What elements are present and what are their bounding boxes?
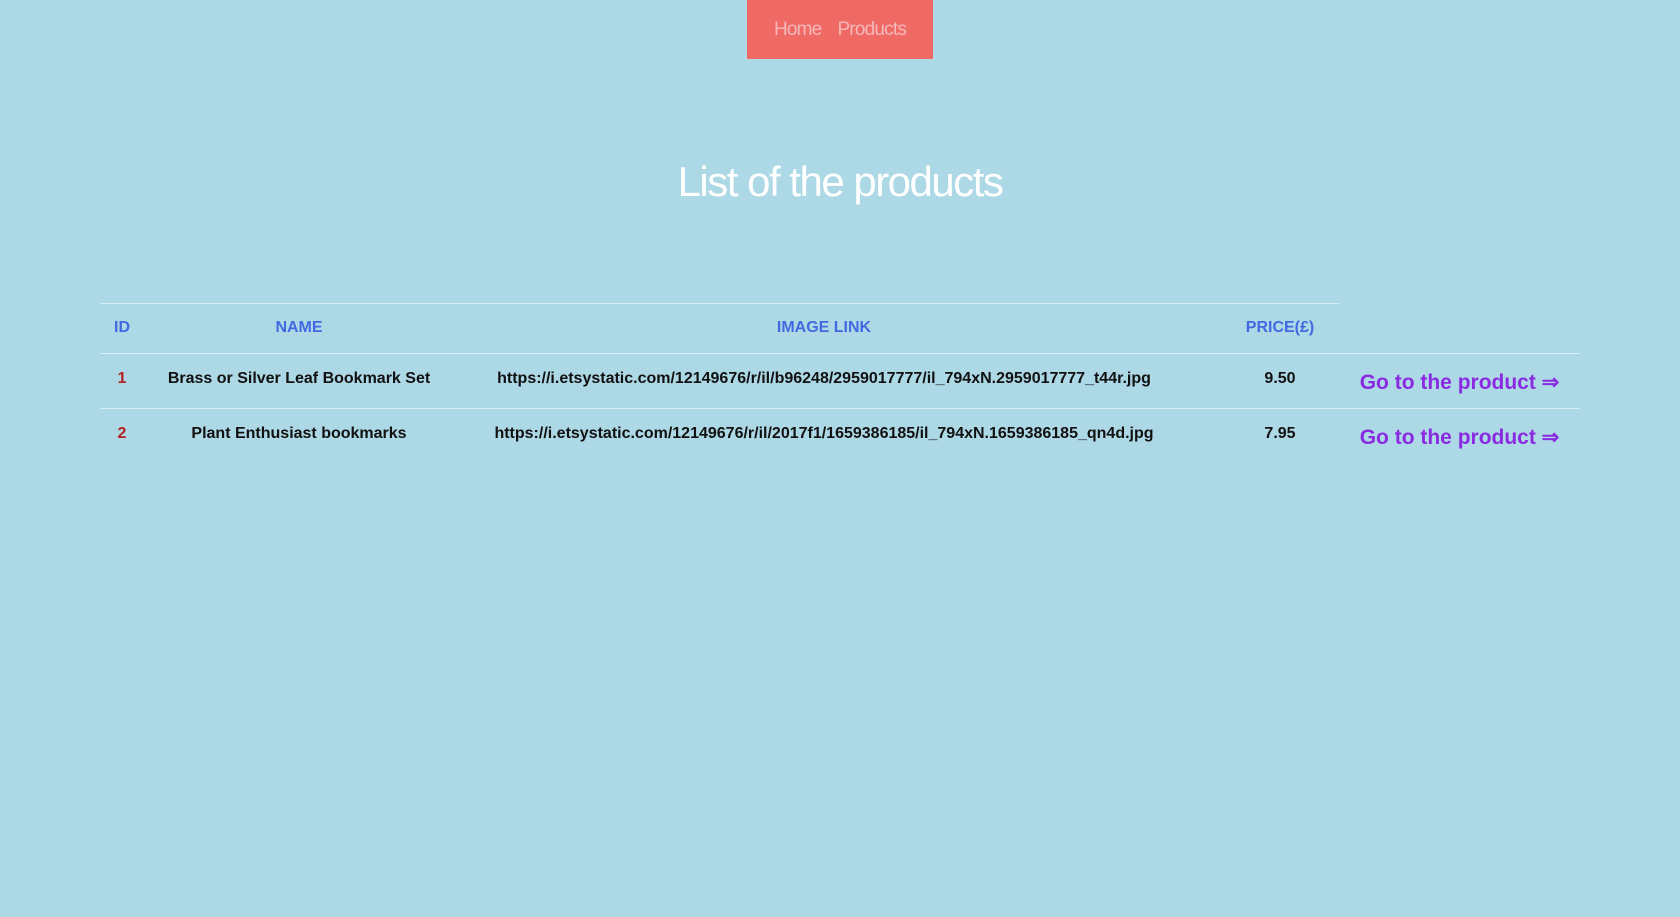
header-name: NAME — [275, 319, 323, 336]
row-product-link-cell: Go to the product ⇒ — [1339, 370, 1580, 395]
table-row: 2 Plant Enthusiast bookmarks https://i.e… — [100, 408, 1580, 464]
row-id: 2 — [117, 425, 127, 442]
go-to-product-link[interactable]: Go to the product ⇒ — [1360, 426, 1560, 449]
row-product-link-cell: Go to the product ⇒ — [1339, 425, 1580, 450]
row-id: 1 — [117, 370, 127, 387]
row-image-link: https://i.etsystatic.com/12149676/r/il/2… — [494, 425, 1154, 442]
row-image-link: https://i.etsystatic.com/12149676/r/il/b… — [497, 370, 1151, 387]
row-name: Plant Enthusiast bookmarks — [191, 425, 407, 442]
table-header-row: ID NAME IMAGE LINK PRICE(£) — [100, 303, 1580, 353]
go-to-product-link[interactable]: Go to the product ⇒ — [1360, 371, 1560, 394]
header-image-link: IMAGE LINK — [776, 319, 872, 336]
header-id: ID — [114, 319, 130, 336]
row-name: Brass or Silver Leaf Bookmark Set — [167, 370, 431, 387]
page-title: List of the products — [677, 158, 1004, 205]
top-nav: Home Products — [747, 0, 933, 59]
header-price: PRICE(£) — [1245, 319, 1315, 336]
nav-home-link[interactable]: Home — [774, 19, 822, 41]
row-price: 7.95 — [1264, 425, 1296, 442]
row-price: 9.50 — [1264, 370, 1296, 387]
table-row: 1 Brass or Silver Leaf Bookmark Set http… — [100, 353, 1580, 409]
nav-products-link[interactable]: Products — [837, 19, 906, 41]
